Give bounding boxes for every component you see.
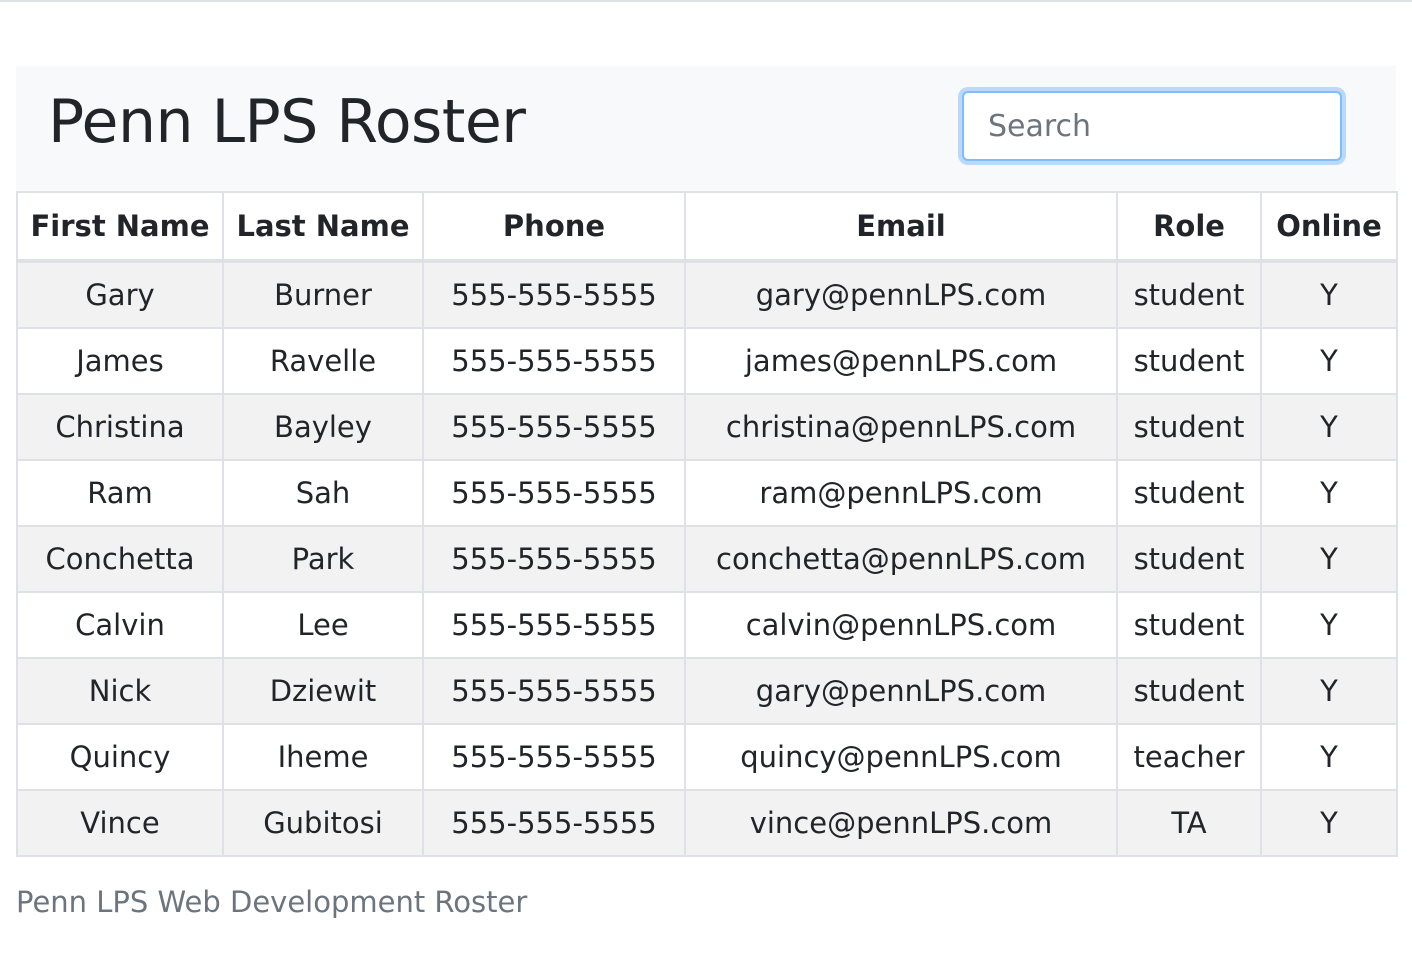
table-row: Conchetta Park 555-555-5555 conchetta@pe… [16, 525, 1398, 593]
column-header-email: Email [684, 191, 1118, 263]
cell-last-name: Burner [222, 260, 424, 329]
cell-email: ram@pennLPS.com [684, 459, 1118, 527]
cell-first-name: Calvin [16, 591, 224, 659]
cell-first-name: Ram [16, 459, 224, 527]
cell-phone: 555-555-5555 [422, 393, 686, 461]
cell-phone: 555-555-5555 [422, 789, 686, 857]
table-row: Vince Gubitosi 555-555-5555 vince@pennLP… [16, 789, 1398, 857]
cell-first-name: Nick [16, 657, 224, 725]
table-row: Gary Burner 555-555-5555 gary@pennLPS.co… [16, 260, 1398, 329]
cell-role: TA [1116, 789, 1262, 857]
cell-online: Y [1260, 591, 1398, 659]
table-body: Gary Burner 555-555-5555 gary@pennLPS.co… [16, 260, 1398, 857]
cell-role: student [1116, 657, 1262, 725]
cell-online: Y [1260, 789, 1398, 857]
table-row: Christina Bayley 555-555-5555 christina@… [16, 393, 1398, 461]
cell-first-name: Vince [16, 789, 224, 857]
cell-phone: 555-555-5555 [422, 657, 686, 725]
cell-first-name: Quincy [16, 723, 224, 791]
cell-phone: 555-555-5555 [422, 591, 686, 659]
column-header-last-name: Last Name [222, 191, 424, 263]
cell-email: gary@pennLPS.com [684, 657, 1118, 725]
cell-online: Y [1260, 525, 1398, 593]
page-title: Penn LPS Roster [48, 87, 526, 157]
cell-last-name: Ravelle [222, 327, 424, 395]
cell-role: student [1116, 260, 1262, 329]
cell-role: student [1116, 525, 1262, 593]
cell-first-name: Conchetta [16, 525, 224, 593]
cell-online: Y [1260, 657, 1398, 725]
navbar: Penn LPS Roster [16, 66, 1396, 191]
column-header-first-name: First Name [16, 191, 224, 263]
table-header: First Name Last Name Phone Email Role On… [16, 191, 1398, 263]
cell-last-name: Gubitosi [222, 789, 424, 857]
header-row: First Name Last Name Phone Email Role On… [16, 191, 1398, 263]
cell-email: vince@pennLPS.com [684, 789, 1118, 857]
search-input[interactable] [962, 91, 1342, 161]
table-row: Quincy Iheme 555-555-5555 quincy@pennLPS… [16, 723, 1398, 791]
cell-online: Y [1260, 327, 1398, 395]
cell-phone: 555-555-5555 [422, 459, 686, 527]
roster-table: First Name Last Name Phone Email Role On… [16, 191, 1398, 857]
cell-email: james@pennLPS.com [684, 327, 1118, 395]
cell-online: Y [1260, 260, 1398, 329]
column-header-online: Online [1260, 191, 1398, 263]
table-row: Ram Sah 555-555-5555 ram@pennLPS.com stu… [16, 459, 1398, 527]
table-caption: Penn LPS Web Development Roster [16, 885, 528, 919]
cell-role: student [1116, 393, 1262, 461]
cell-online: Y [1260, 459, 1398, 527]
cell-email: conchetta@pennLPS.com [684, 525, 1118, 593]
cell-last-name: Sah [222, 459, 424, 527]
cell-first-name: Christina [16, 393, 224, 461]
cell-role: student [1116, 591, 1262, 659]
table-row: James Ravelle 555-555-5555 james@pennLPS… [16, 327, 1398, 395]
table-row: Calvin Lee 555-555-5555 calvin@pennLPS.c… [16, 591, 1398, 659]
top-divider [0, 0, 1412, 2]
cell-phone: 555-555-5555 [422, 260, 686, 329]
cell-phone: 555-555-5555 [422, 327, 686, 395]
cell-phone: 555-555-5555 [422, 723, 686, 791]
cell-role: student [1116, 459, 1262, 527]
cell-role: teacher [1116, 723, 1262, 791]
column-header-phone: Phone [422, 191, 686, 263]
cell-last-name: Bayley [222, 393, 424, 461]
cell-first-name: James [16, 327, 224, 395]
cell-phone: 555-555-5555 [422, 525, 686, 593]
cell-email: calvin@pennLPS.com [684, 591, 1118, 659]
cell-first-name: Gary [16, 260, 224, 329]
column-header-role: Role [1116, 191, 1262, 263]
cell-online: Y [1260, 723, 1398, 791]
cell-online: Y [1260, 393, 1398, 461]
cell-role: student [1116, 327, 1262, 395]
cell-email: quincy@pennLPS.com [684, 723, 1118, 791]
table-row: Nick Dziewit 555-555-5555 gary@pennLPS.c… [16, 657, 1398, 725]
cell-last-name: Park [222, 525, 424, 593]
cell-last-name: Dziewit [222, 657, 424, 725]
cell-last-name: Lee [222, 591, 424, 659]
cell-email: christina@pennLPS.com [684, 393, 1118, 461]
cell-last-name: Iheme [222, 723, 424, 791]
cell-email: gary@pennLPS.com [684, 260, 1118, 329]
